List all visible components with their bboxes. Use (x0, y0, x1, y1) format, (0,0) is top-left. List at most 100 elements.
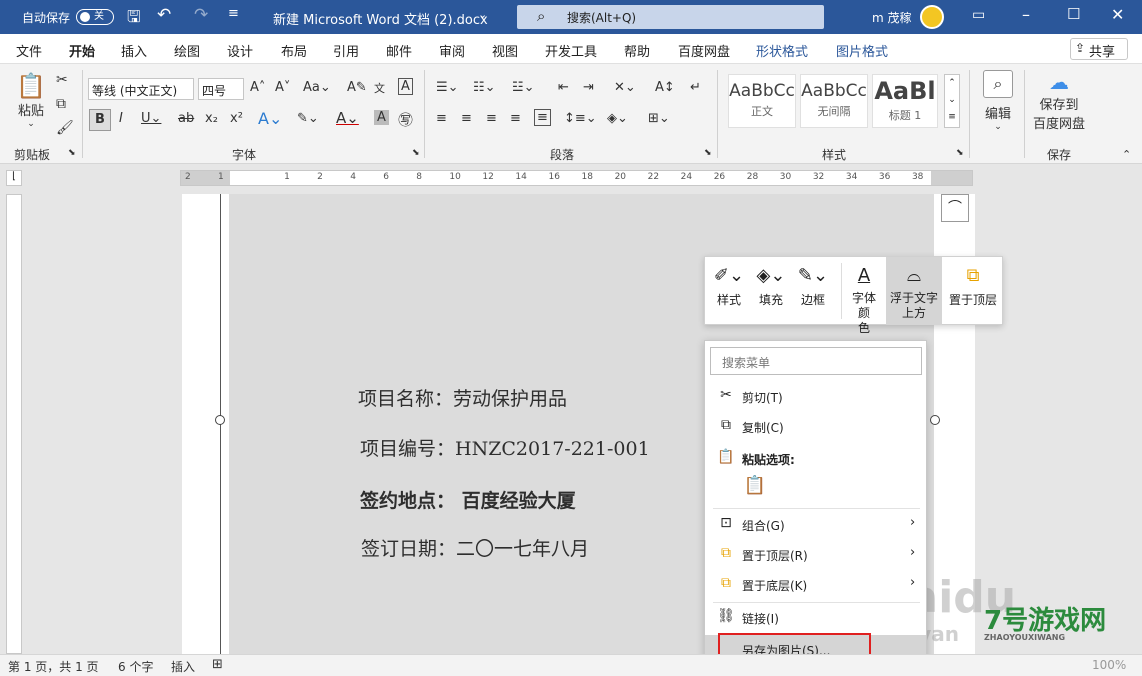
show-marks-icon[interactable]: ↵ (690, 80, 701, 95)
layout-options-icon[interactable]: ⌒ (941, 194, 969, 222)
undo-icon[interactable]: ↶ (157, 5, 171, 25)
align-left-icon[interactable]: ≡ (436, 111, 447, 126)
save-to-baidu-button[interactable]: ☁ 保存到 百度网盘 (1032, 70, 1086, 132)
justify-icon[interactable]: ≡ (510, 111, 521, 126)
document-title[interactable]: 新建 Microsoft Word 文档 (2).docx (273, 9, 488, 28)
tab-view[interactable]: 视图 (492, 41, 518, 60)
mini-font-color-button[interactable]: A 字体颜 色 (847, 257, 881, 335)
change-case-icon[interactable]: Aa⌄ (303, 80, 331, 95)
char-shading-icon[interactable]: A (374, 110, 389, 125)
tab-help[interactable]: 帮助 (624, 41, 650, 60)
status-words[interactable]: 6 个字 (118, 658, 153, 675)
shrink-font-icon[interactable]: A˅ (275, 80, 290, 95)
style-normal[interactable]: AaBbCc 正文 (728, 74, 796, 128)
char-border-icon[interactable]: A (398, 78, 413, 95)
subscript-icon[interactable]: x₂ (205, 111, 218, 126)
numbering-icon[interactable]: ☷⌄ (473, 80, 496, 95)
menu-item-copy[interactable]: ⧉ 复制(C) (705, 412, 926, 440)
vertical-ruler[interactable] (6, 194, 22, 654)
customize-qat-icon[interactable]: ≡ (228, 6, 239, 21)
increase-indent-icon[interactable]: ⇥ (583, 80, 594, 95)
tab-shape-format[interactable]: 形状格式 (756, 41, 808, 60)
font-size-combo[interactable]: 四号 (198, 78, 244, 100)
italic-icon[interactable]: I (119, 111, 123, 126)
shading-icon[interactable]: ◈⌄ (607, 111, 628, 126)
user-name[interactable]: m 茂稼 (872, 9, 912, 26)
dialog-launcher-icon[interactable]: ⬊ (412, 148, 420, 158)
menu-search-input[interactable]: 搜索菜单 (710, 347, 922, 375)
dialog-launcher-icon[interactable]: ⬊ (68, 148, 76, 158)
avatar[interactable] (920, 5, 944, 29)
editing-button[interactable]: ⌕ 编辑 ⌄ (980, 70, 1016, 132)
format-painter-icon[interactable]: 🖌 (56, 120, 74, 136)
status-mode[interactable]: 插入 (171, 658, 195, 675)
tab-baidu-netdisk[interactable]: 百度网盘 (678, 41, 730, 60)
accessibility-icon[interactable]: ⊞ (212, 657, 223, 672)
redo-icon[interactable]: ↷ (194, 5, 208, 25)
bold-icon[interactable]: B (89, 109, 111, 131)
styles-scroll[interactable]: ⌃ ⌄ ≡ (944, 74, 960, 128)
tab-selector[interactable]: ⌊ (6, 170, 22, 186)
sort-icon[interactable]: A↕ (655, 80, 675, 95)
tab-review[interactable]: 审阅 (439, 41, 465, 60)
status-page[interactable]: 第 1 页，共 1 页 (8, 658, 99, 675)
chevron-down-icon[interactable]: ⌄ (478, 8, 487, 21)
borders-icon[interactable]: ⊞⌄ (648, 111, 670, 126)
grow-font-icon[interactable]: A˄ (250, 80, 265, 95)
underline-icon[interactable]: U⌄ (141, 111, 161, 126)
menu-item-link[interactable]: ⛓ 链接(I) (705, 603, 926, 631)
multilevel-list-icon[interactable]: ☳⌄ (512, 80, 535, 95)
style-no-spacing[interactable]: AaBbCc 无间隔 (800, 74, 868, 128)
menu-item-group[interactable]: ⊡ 组合(G) › (705, 510, 926, 538)
menu-item-cut[interactable]: ✂ 剪切(T) (705, 382, 926, 410)
menu-item-send-to-back[interactable]: ⧉ 置于底层(K) › (705, 570, 926, 598)
tab-references[interactable]: 引用 (333, 41, 359, 60)
tab-home[interactable]: 开始 (69, 41, 96, 67)
font-name-combo[interactable]: 等线 (中文正文) (88, 78, 194, 100)
phonetic-guide-icon[interactable]: 文 (374, 80, 385, 96)
tab-mailings[interactable]: 邮件 (386, 41, 412, 60)
copy-icon[interactable]: ⧉ (56, 96, 66, 112)
highlight-icon[interactable]: ✎⌄ (297, 111, 319, 126)
cut-icon[interactable]: ✂ (56, 72, 68, 88)
tab-file[interactable]: 文件 (16, 41, 42, 60)
mini-float-above-button[interactable]: ⌓ 浮于文字 上方 (886, 257, 942, 325)
style-heading-1[interactable]: AaBl 标题 1 (872, 74, 938, 128)
autosave-toggle[interactable]: 关 (76, 9, 114, 25)
line-spacing-icon[interactable]: ↕≡⌄ (564, 111, 597, 126)
mini-fill-button[interactable]: ◈⌄ 填充 (753, 257, 789, 325)
minimize-icon[interactable]: – (1022, 5, 1030, 24)
mini-bring-front-button[interactable]: ⧉ 置于顶层 (945, 257, 1001, 325)
share-button[interactable]: ⇪ 共享 (1070, 38, 1128, 60)
clear-format-icon[interactable]: A✎ (347, 80, 367, 95)
tab-draw[interactable]: 绘图 (174, 41, 200, 60)
text-effects-icon[interactable]: A⌄ (258, 109, 282, 128)
maximize-icon[interactable]: ☐ (1067, 5, 1080, 23)
horizontal-ruler[interactable]: 2 1 1 2 4 6 8 10 12 14 16 18 20 22 24 26 28 30 32 34 36 38 (180, 170, 973, 186)
paste-button[interactable]: 📋 粘贴 ⌄ (14, 72, 48, 136)
status-zoom[interactable]: 100% (1092, 658, 1126, 672)
font-color-icon[interactable]: A⌄ (336, 109, 359, 127)
chinese-layout-icon[interactable]: ✕⌄ (614, 80, 636, 95)
tab-developer[interactable]: 开发工具 (545, 41, 597, 60)
distributed-icon[interactable]: ≡ (534, 109, 551, 126)
decrease-indent-icon[interactable]: ⇤ (558, 80, 569, 95)
align-center-icon[interactable]: ≡ (461, 111, 472, 126)
collapse-ribbon-icon[interactable]: ⌃ (1122, 148, 1131, 161)
paste-keep-format-icon[interactable]: 📋 (743, 475, 767, 501)
align-right-icon[interactable]: ≡ (486, 111, 497, 126)
tab-picture-format[interactable]: 图片格式 (836, 41, 888, 60)
save-icon[interactable]: 🖫 (127, 6, 141, 33)
mini-style-button[interactable]: ✐⌄ 样式 (711, 257, 747, 325)
enclose-char-icon[interactable]: ㊢ (398, 109, 413, 130)
tab-insert[interactable]: 插入 (121, 41, 147, 60)
dialog-launcher-icon[interactable]: ⬊ (704, 148, 712, 158)
tab-layout[interactable]: 布局 (281, 41, 307, 60)
dialog-launcher-icon[interactable]: ⬊ (956, 148, 964, 158)
mini-border-button[interactable]: ✎⌄ 边框 (795, 257, 831, 325)
close-icon[interactable]: ✕ (1111, 5, 1124, 24)
search-box[interactable]: ⌕ 搜索(Alt+Q) (517, 5, 824, 29)
tab-design[interactable]: 设计 (227, 41, 253, 60)
bullets-icon[interactable]: ☰⌄ (436, 80, 459, 95)
strikethrough-icon[interactable]: ab (178, 111, 194, 126)
